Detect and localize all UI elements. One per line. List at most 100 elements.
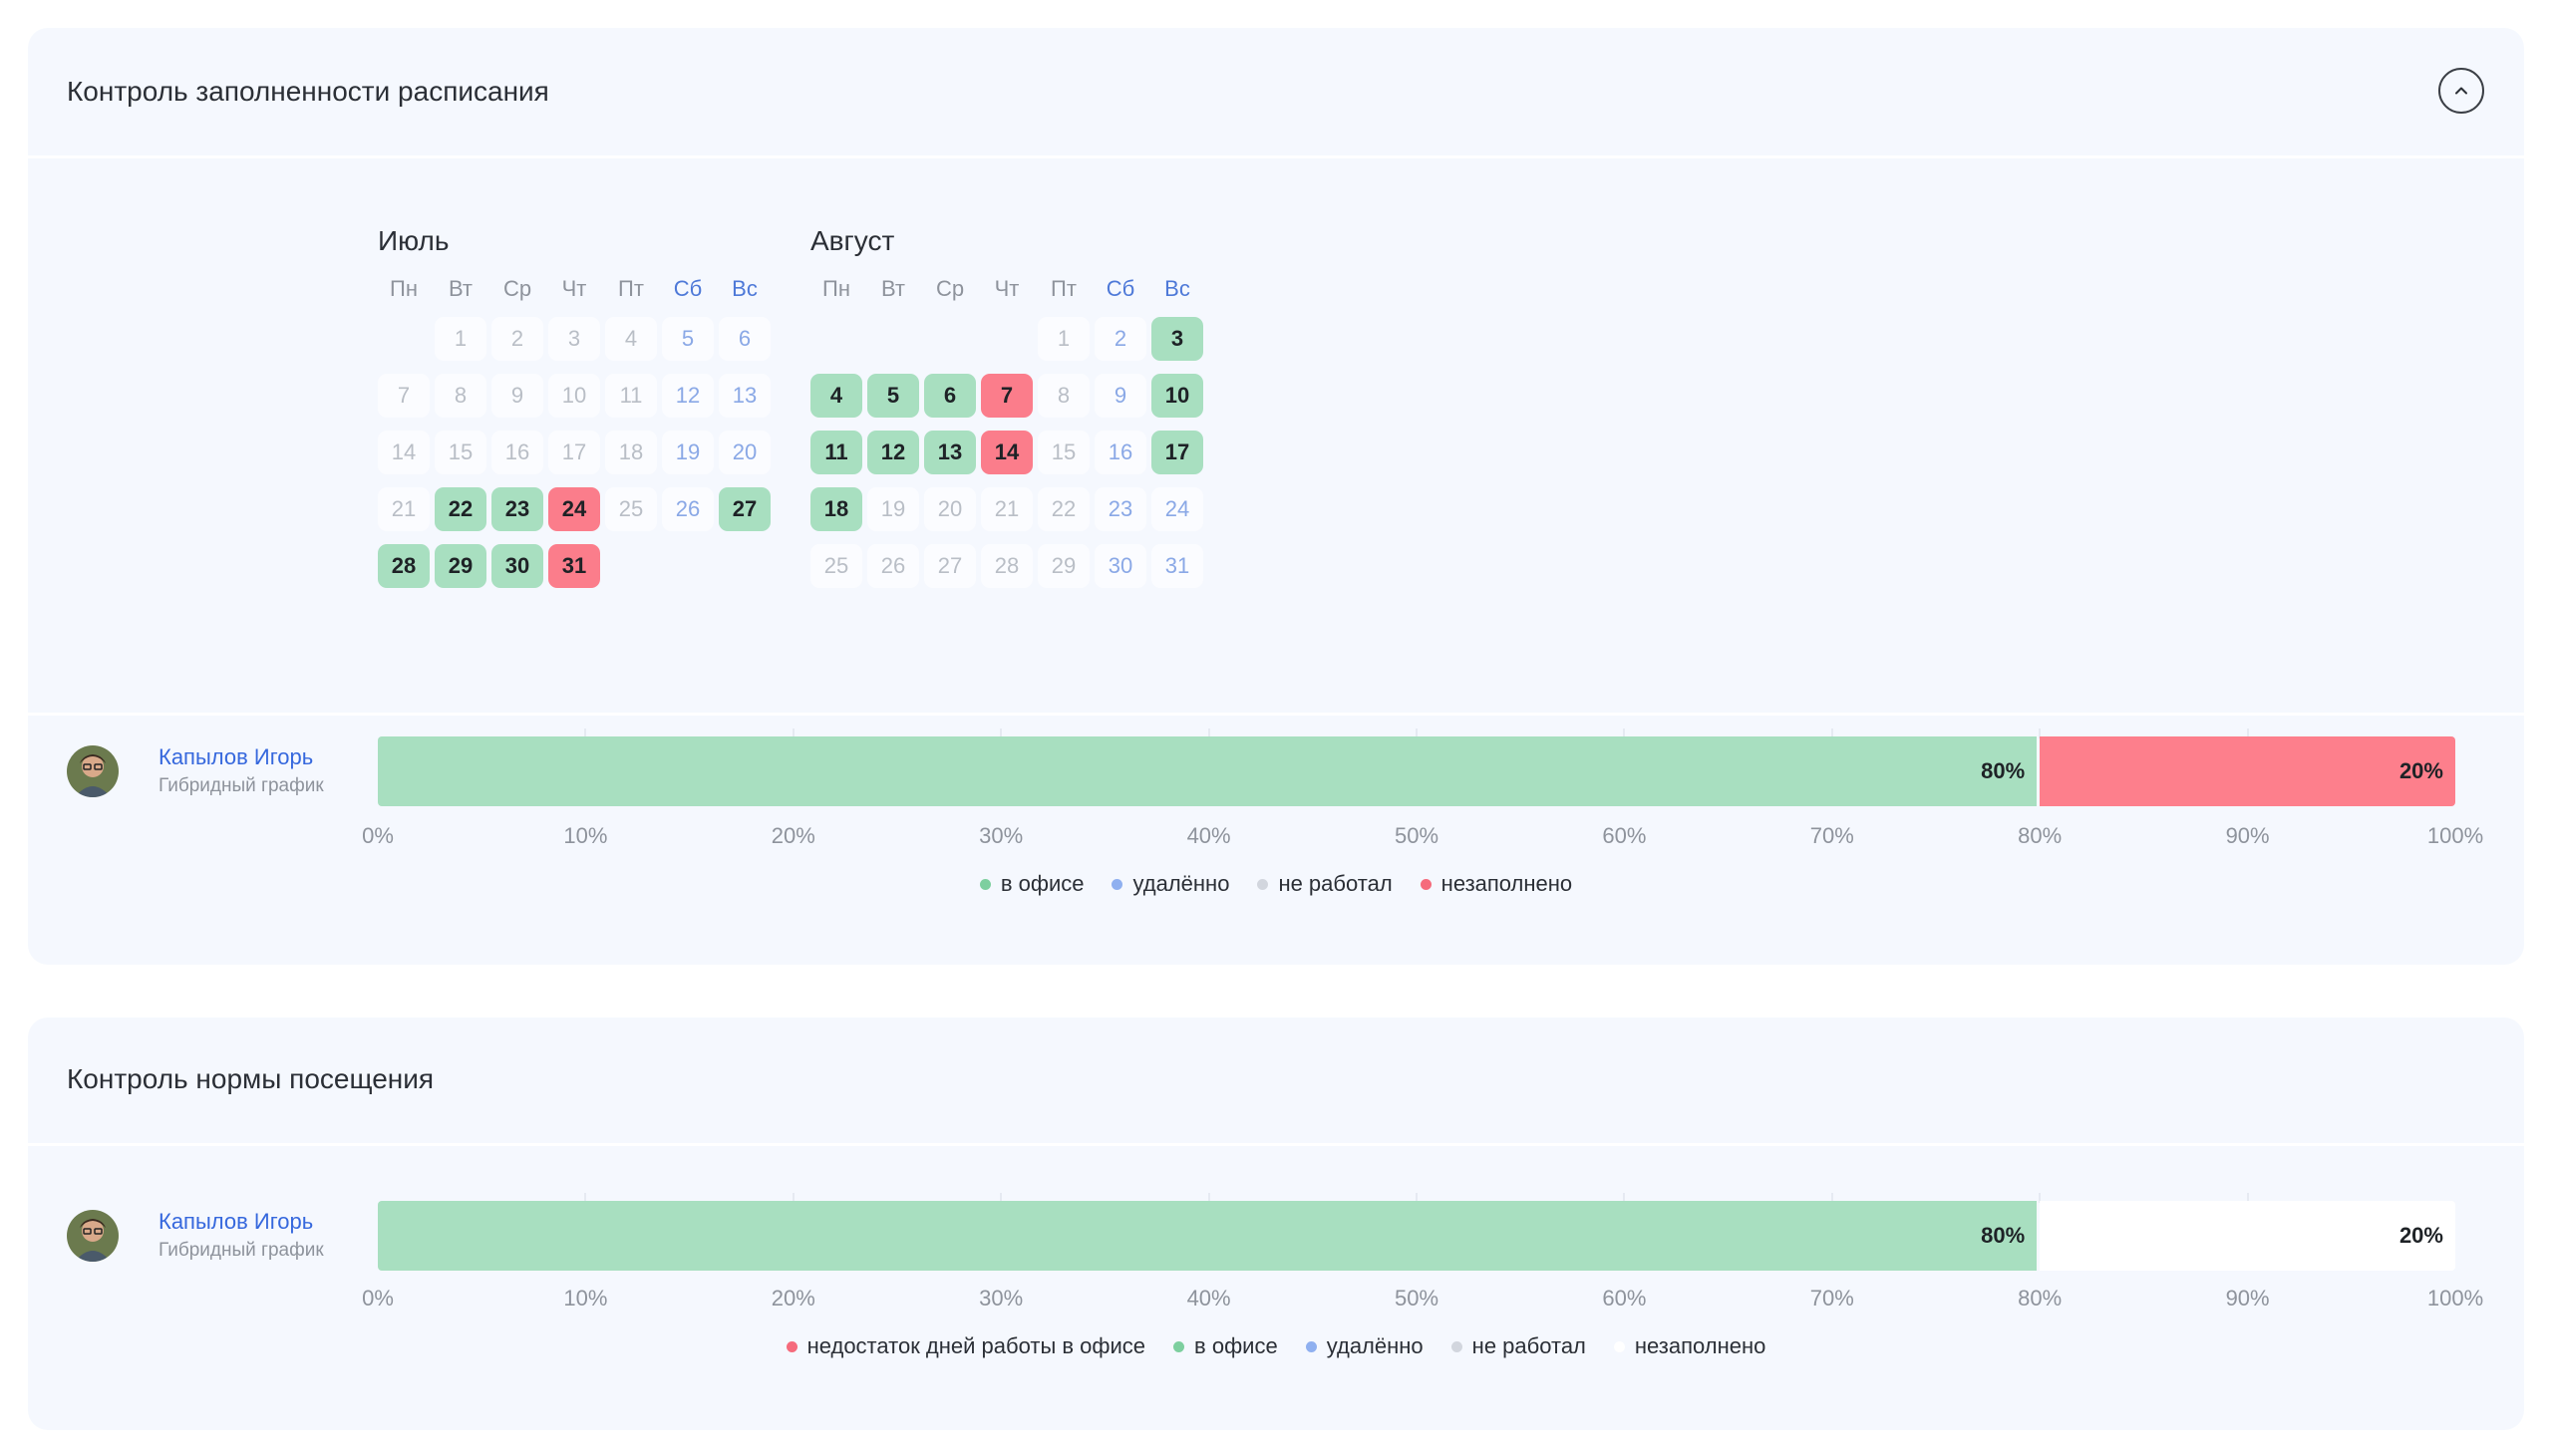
calendar-day[interactable]: 14 xyxy=(378,431,430,474)
calendar-day[interactable]: 1 xyxy=(1038,317,1090,361)
calendar-day[interactable]: 28 xyxy=(981,544,1033,588)
calendar-day[interactable]: 29 xyxy=(435,544,486,588)
weekday-label: Вт xyxy=(448,276,474,301)
calendar-day[interactable]: 9 xyxy=(1095,374,1146,418)
calendar-day[interactable]: 31 xyxy=(548,544,600,588)
avatar-image xyxy=(67,745,119,797)
calendar-day[interactable]: 11 xyxy=(605,374,657,418)
calendar-day[interactable]: 25 xyxy=(810,544,862,588)
calendar-day[interactable]: 19 xyxy=(662,431,714,474)
calendar-day[interactable]: 10 xyxy=(1151,374,1203,418)
legend-dot-icon xyxy=(1112,878,1123,890)
calendar-day[interactable]: 26 xyxy=(867,544,919,588)
calendar-day[interactable]: 3 xyxy=(548,317,600,361)
axis-tick-label: 40% xyxy=(1186,1286,1231,1310)
legend-item: удалённо xyxy=(1305,1333,1424,1359)
calendar-day[interactable]: 27 xyxy=(719,487,771,531)
calendar-day[interactable]: 13 xyxy=(924,431,976,474)
legend-dot-icon xyxy=(979,878,991,890)
calendar-day[interactable]: 11 xyxy=(810,431,862,474)
calendar-day[interactable]: 6 xyxy=(924,374,976,418)
calendar-day[interactable]: 6 xyxy=(719,317,771,361)
calendar-day[interactable]: 7 xyxy=(378,374,430,418)
axis-tick-label: 0% xyxy=(362,1286,394,1310)
calendar-day[interactable]: 8 xyxy=(435,374,486,418)
legend-item: удалённо xyxy=(1112,871,1229,897)
calendar-day[interactable]: 23 xyxy=(491,487,543,531)
calendar-day[interactable]: 4 xyxy=(605,317,657,361)
calendar-day[interactable]: 31 xyxy=(1151,544,1203,588)
calendar-day[interactable]: 10 xyxy=(548,374,600,418)
calendar-day[interactable]: 24 xyxy=(548,487,600,531)
legend-label: в офисе xyxy=(1000,871,1085,896)
avatar[interactable] xyxy=(67,1210,119,1262)
calendar-day[interactable]: 14 xyxy=(981,431,1033,474)
calendar-day[interactable]: 19 xyxy=(867,487,919,531)
legend-item: в офисе xyxy=(1173,1333,1278,1359)
legend-dot-icon xyxy=(1305,1340,1317,1352)
calendar-day[interactable]: 13 xyxy=(719,374,771,418)
calendar-day[interactable]: 24 xyxy=(1151,487,1203,531)
calendar-day[interactable]: 15 xyxy=(435,431,486,474)
calendar-day[interactable]: 7 xyxy=(981,374,1033,418)
schedule-card-header: Контроль заполненности расписания xyxy=(28,28,2524,158)
calendar-day[interactable]: 22 xyxy=(435,487,486,531)
calendar-day[interactable]: 17 xyxy=(548,431,600,474)
calendar-day[interactable]: 21 xyxy=(378,487,430,531)
axis-tick-label: 10% xyxy=(563,1286,608,1310)
weekday-label: Сб xyxy=(673,276,703,301)
employee-name-link[interactable]: Капылов Игорь xyxy=(159,743,313,771)
avatar[interactable] xyxy=(67,745,119,797)
attendance-norm-bar: 80% 20% xyxy=(378,1193,2455,1273)
calendar-day[interactable]: 26 xyxy=(662,487,714,531)
calendar-day[interactable]: 16 xyxy=(1095,431,1146,474)
attendance-card-header: Контроль нормы посещения xyxy=(28,1018,2524,1146)
calendar-day[interactable]: 28 xyxy=(378,544,430,588)
calendar-day[interactable]: 4 xyxy=(810,374,862,418)
legend-label: недостаток дней работы в офисе xyxy=(806,1333,1146,1358)
calendar-day[interactable]: 27 xyxy=(924,544,976,588)
weekday-label: Пн xyxy=(822,276,850,301)
axis-tick-label: 100% xyxy=(2426,823,2484,848)
legend-label: удалённо xyxy=(1326,1333,1424,1358)
legend-item: недостаток дней работы в офисе xyxy=(786,1333,1146,1359)
calendar-day[interactable]: 5 xyxy=(662,317,714,361)
calendar-day[interactable]: 2 xyxy=(491,317,543,361)
calendar-day[interactable]: 30 xyxy=(1095,544,1146,588)
calendar-day[interactable]: 16 xyxy=(491,431,543,474)
calendar-day[interactable]: 20 xyxy=(719,431,771,474)
calendar-day[interactable]: 30 xyxy=(491,544,543,588)
calendar-day[interactable]: 15 xyxy=(1038,431,1090,474)
axis-tick-label: 30% xyxy=(979,823,1024,848)
calendar-day[interactable]: 3 xyxy=(1151,317,1203,361)
month-title: Август xyxy=(810,225,895,256)
calendar-day[interactable]: 29 xyxy=(1038,544,1090,588)
calendar-day[interactable]: 22 xyxy=(1038,487,1090,531)
calendar-day[interactable]: 1 xyxy=(435,317,486,361)
bar-segment-empty: 20% xyxy=(2040,736,2455,806)
employee-schedule-type: Гибридный график xyxy=(159,775,324,796)
schedule-fill-card: Контроль заполненности расписания Июль П… xyxy=(28,28,2524,965)
employee-name-link[interactable]: Капылов Игорь xyxy=(159,1208,313,1236)
calendar-day[interactable]: 2 xyxy=(1095,317,1146,361)
calendar-day[interactable]: 20 xyxy=(924,487,976,531)
calendar-day[interactable]: 9 xyxy=(491,374,543,418)
calendar-day[interactable]: 12 xyxy=(662,374,714,418)
axis-tick-label: 10% xyxy=(563,823,608,848)
collapse-button[interactable] xyxy=(2438,68,2484,114)
calendar-day[interactable]: 5 xyxy=(867,374,919,418)
calendar-day[interactable]: 12 xyxy=(867,431,919,474)
calendar-day[interactable]: 18 xyxy=(810,487,862,531)
schedule-fill-bar: 80% 20% xyxy=(378,728,2455,808)
weekday-header: Пн Вт Ср Чт Пт Сб Вс xyxy=(378,271,758,307)
axis-tick-label: 30% xyxy=(979,1286,1024,1310)
calendar-day[interactable]: 8 xyxy=(1038,374,1090,418)
calendar-day[interactable]: 17 xyxy=(1151,431,1203,474)
calendar-day[interactable]: 23 xyxy=(1095,487,1146,531)
calendar-day[interactable]: 25 xyxy=(605,487,657,531)
calendar-day[interactable]: 21 xyxy=(981,487,1033,531)
weekday-label: Ср xyxy=(502,276,532,301)
calendar-day[interactable]: 18 xyxy=(605,431,657,474)
chevron-up-icon xyxy=(2455,87,2467,95)
attendance-legend: недостаток дней работы в офисе в офисе уда… xyxy=(28,1333,2524,1359)
